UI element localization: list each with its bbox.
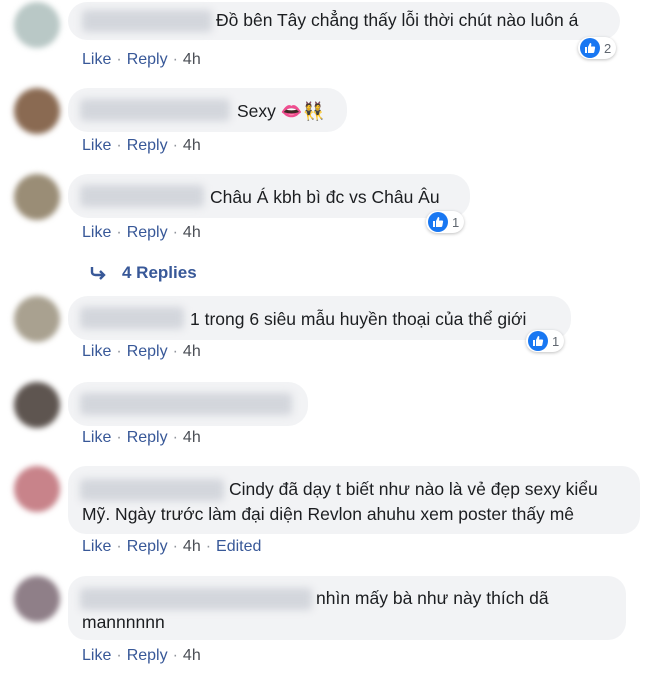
reply-link[interactable]: Reply — [127, 137, 168, 154]
reaction-count-value: 1 — [552, 333, 560, 349]
like-link[interactable]: Like — [82, 51, 111, 68]
reply-link[interactable]: Reply — [127, 343, 168, 360]
reply-arrow-icon — [90, 267, 106, 280]
like-link[interactable]: Like — [82, 224, 111, 241]
comment-text: Đồ bên Tây chẳng thấy lỗi thời chút nào … — [216, 10, 579, 30]
like-link[interactable]: Like — [82, 343, 111, 360]
commenter-name[interactable] — [80, 185, 204, 207]
comment-text: Châu Á kbh bì đc vs Châu Âu — [210, 187, 440, 207]
commenter-name[interactable] — [80, 588, 312, 610]
commenter-name[interactable] — [80, 307, 184, 329]
avatar[interactable] — [14, 88, 60, 134]
commenter-name[interactable] — [80, 99, 230, 121]
reaction-count[interactable]: 1 — [526, 330, 565, 352]
commenter-name[interactable] — [82, 10, 212, 32]
commenter-name[interactable] — [80, 393, 292, 415]
avatar[interactable] — [14, 576, 60, 622]
timestamp[interactable]: 4h — [183, 224, 201, 241]
comment-text-line2: mannnnnn — [82, 612, 165, 632]
like-reaction-icon — [580, 38, 600, 58]
avatar[interactable] — [14, 382, 60, 428]
comment-actions: Like · Reply · 4h — [82, 343, 201, 360]
reply-link[interactable]: Reply — [127, 51, 168, 68]
view-replies-link[interactable]: 4 Replies — [90, 263, 197, 283]
comment-text: Sexy 👄👯 — [237, 101, 325, 121]
like-link[interactable]: Like — [82, 137, 111, 154]
reply-link[interactable]: Reply — [127, 429, 168, 446]
timestamp[interactable]: 4h — [183, 647, 201, 664]
avatar[interactable] — [14, 174, 60, 220]
comment-actions: Like · Reply · 4h — [82, 51, 201, 68]
comment-text: 1 trong 6 siêu mẫu huyền thoại của thể g… — [190, 309, 527, 329]
reaction-count-value: 2 — [604, 40, 612, 56]
like-link[interactable]: Like — [82, 429, 111, 446]
comment-text-line1: nhìn mấy bà như này thích dã — [316, 588, 549, 608]
comment-actions: Like · Reply · 4h — [82, 137, 201, 154]
comment-actions: Like · Reply · 4h · Edited — [82, 538, 262, 555]
avatar[interactable] — [14, 296, 60, 342]
reaction-count-value: 1 — [452, 214, 460, 230]
commenter-name[interactable] — [80, 479, 224, 501]
like-reaction-icon — [428, 212, 448, 232]
timestamp[interactable]: 4h — [183, 51, 201, 68]
comment-actions: Like · Reply · 4h — [82, 647, 201, 664]
replies-label: 4 Replies — [122, 263, 197, 282]
edited-link[interactable]: Edited — [216, 538, 261, 555]
timestamp[interactable]: 4h — [183, 343, 201, 360]
comment-actions: Like · Reply · 4h — [82, 429, 201, 446]
avatar[interactable] — [14, 466, 60, 512]
like-link[interactable]: Like — [82, 647, 111, 664]
reply-link[interactable]: Reply — [127, 647, 168, 664]
comment-text-line2: Mỹ. Ngày trước làm đại diện Revlon ahuhu… — [82, 504, 575, 524]
timestamp[interactable]: 4h — [183, 538, 201, 555]
timestamp[interactable]: 4h — [183, 137, 201, 154]
avatar[interactable] — [14, 2, 60, 48]
reaction-count[interactable]: 1 — [426, 211, 465, 233]
reply-link[interactable]: Reply — [127, 224, 168, 241]
reply-link[interactable]: Reply — [127, 538, 168, 555]
comment-actions: Like · Reply · 4h — [82, 224, 201, 241]
reaction-count[interactable]: 2 — [578, 37, 617, 59]
timestamp[interactable]: 4h — [183, 429, 201, 446]
like-link[interactable]: Like — [82, 538, 111, 555]
like-reaction-icon — [528, 331, 548, 351]
